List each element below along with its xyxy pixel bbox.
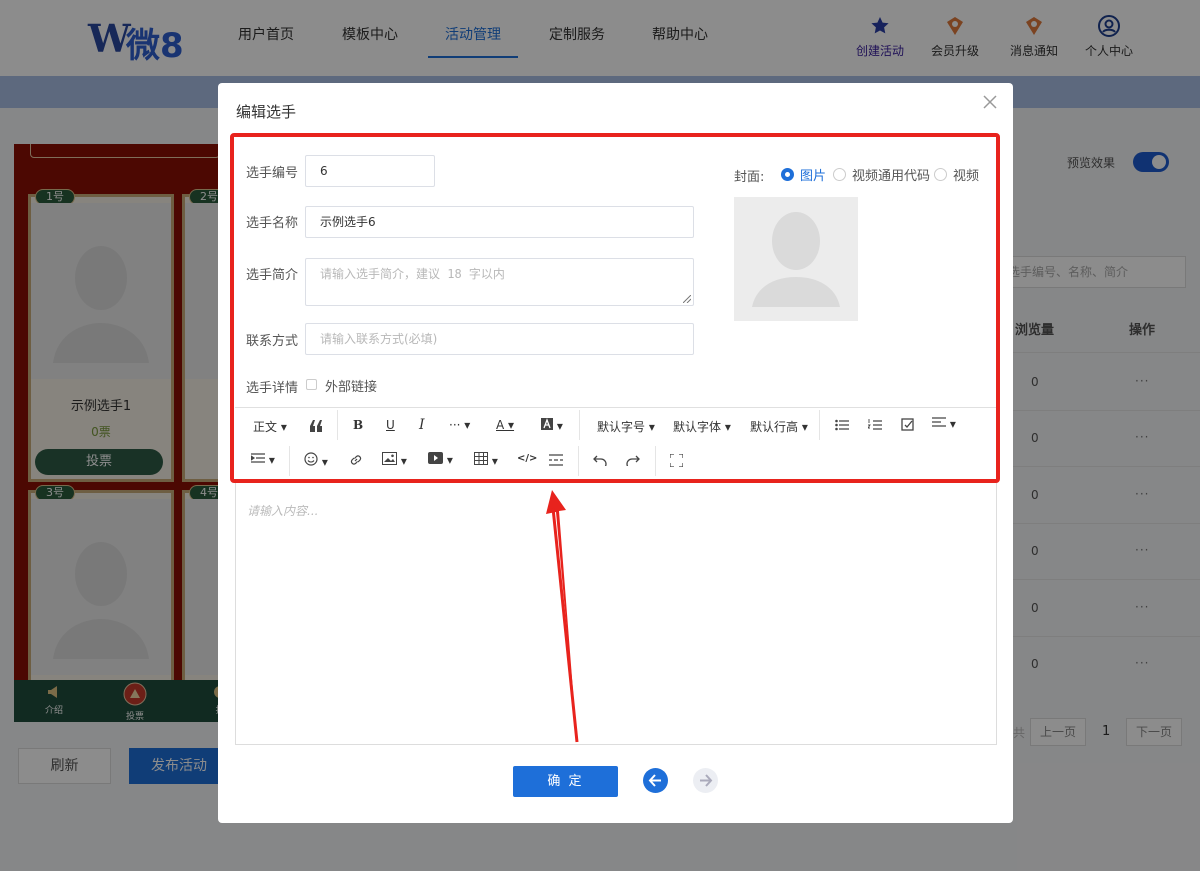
rich-text-editor[interactable]: 请输入内容... [235,479,997,745]
arrow-right-icon [700,774,713,787]
editor-placeholder: 请输入内容... [247,504,319,518]
dialog-title: 编辑选手 [236,103,297,121]
close-icon[interactable] [981,93,999,111]
edit-contestant-dialog: 编辑选手 选手编号 6 选手名称 示例选手6 选手简介 请输入选手简介，建议 1… [218,83,1013,823]
arrow-left-icon [648,774,661,787]
annotation-highlight-box [230,133,1000,483]
next-contestant-button[interactable] [693,768,718,793]
confirm-button[interactable]: 确 定 [513,766,618,797]
previous-contestant-button[interactable] [643,768,668,793]
